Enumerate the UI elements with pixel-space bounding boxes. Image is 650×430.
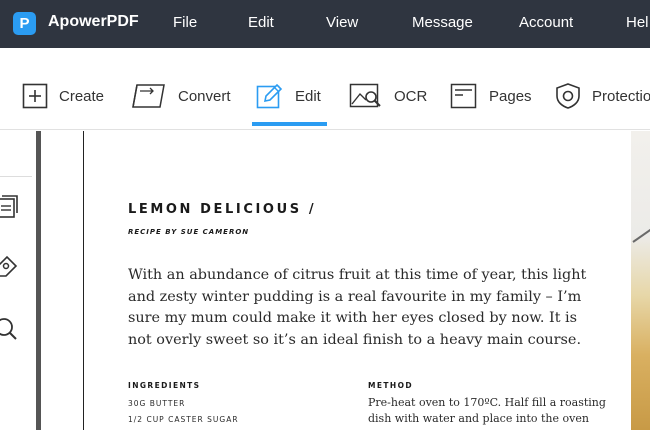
menu-edit[interactable]: Edit	[248, 14, 274, 31]
tool-pages-label: Pages	[489, 87, 532, 105]
recipe-byline[interactable]: RECIPE BY SUE CAMERON	[128, 228, 249, 236]
active-tab-indicator	[252, 122, 327, 126]
menu-account[interactable]: Account	[519, 14, 573, 31]
photo-utensil	[632, 223, 650, 243]
method-line[interactable]: dish with water and place into the oven	[368, 412, 589, 425]
left-panel	[0, 131, 36, 430]
page-margin-rule	[83, 131, 84, 430]
tool-convert-label: Convert	[178, 87, 231, 105]
plus-square-icon	[22, 83, 48, 109]
intro-line: sure my mum could make it with her eyes …	[128, 310, 578, 326]
menu-view[interactable]: View	[326, 14, 358, 31]
tool-edit[interactable]: Edit	[256, 81, 321, 111]
document-viewport[interactable]: LEMON DELICIOUS / RECIPE BY SUE CAMERON …	[41, 131, 650, 430]
panel-divider	[0, 176, 32, 177]
intro-line: not overly sweet so it’s an ideal finish…	[128, 331, 582, 348]
convert-icon	[132, 84, 165, 108]
toolbar: Create Convert Edit OCR Pages Protectio	[0, 48, 650, 130]
menu-message[interactable]: Message	[412, 14, 473, 31]
tool-convert[interactable]: Convert	[131, 81, 231, 111]
tool-create-label: Create	[59, 87, 105, 105]
menu-help[interactable]: Hel	[626, 14, 649, 31]
tool-edit-label: Edit	[295, 87, 321, 105]
food-photo	[631, 131, 650, 430]
tool-protection-label: Protectio	[592, 87, 650, 105]
tool-ocr[interactable]: OCR	[349, 81, 427, 111]
app-name: ApowerPDF	[48, 13, 139, 30]
edit-pencil-icon	[256, 83, 283, 109]
tool-pages[interactable]: Pages	[450, 81, 532, 111]
ocr-icon	[349, 83, 381, 108]
shield-icon	[556, 83, 580, 109]
ingredients-heading[interactable]: INGREDIENTS	[128, 381, 200, 390]
pdf-page[interactable]: LEMON DELICIOUS / RECIPE BY SUE CAMERON …	[41, 131, 631, 430]
ingredient-item[interactable]: 30G BUTTER	[128, 399, 185, 408]
method-heading[interactable]: METHOD	[368, 381, 413, 390]
app-logo-icon: P	[13, 12, 36, 35]
tool-ocr-label: OCR	[394, 87, 428, 105]
menu-file[interactable]: File	[173, 14, 197, 31]
method-line[interactable]: Pre-heat oven to 170ºC. Half fill a roas…	[368, 396, 606, 409]
thumbnails-icon[interactable]	[0, 195, 18, 219]
intro-line: and zesty winter pudding is a real favou…	[128, 288, 582, 305]
pages-icon	[450, 83, 477, 109]
intro-paragraph[interactable]: With an abundance of citrus fruit at thi…	[128, 265, 598, 351]
tool-protection[interactable]: Protectio	[555, 81, 650, 111]
search-icon[interactable]	[0, 317, 18, 341]
menu-bar: P ApowerPDF File Edit View Message Accou…	[0, 0, 650, 48]
ingredient-item[interactable]: 1/2 CUP CASTER SUGAR	[128, 415, 239, 424]
intro-line: With an abundance of citrus fruit at thi…	[128, 267, 587, 283]
bookmark-tag-icon[interactable]	[0, 255, 18, 279]
recipe-title[interactable]: LEMON DELICIOUS /	[128, 202, 316, 217]
tool-create[interactable]: Create	[22, 81, 104, 111]
